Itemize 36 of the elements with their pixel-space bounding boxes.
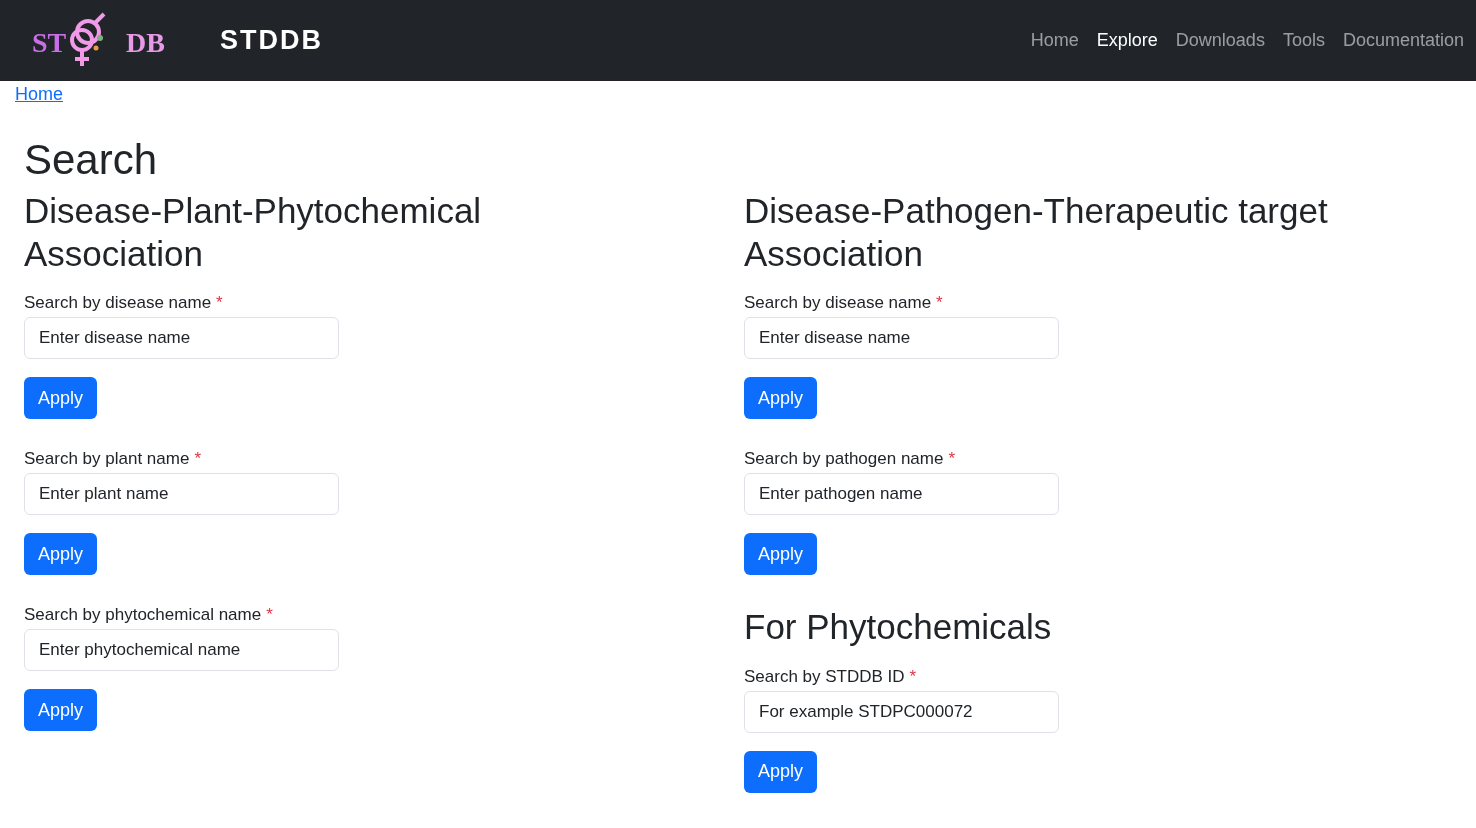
search-field[interactable]: For example STDPC000072 — [744, 690, 1059, 733]
page-title: Search — [24, 135, 159, 185]
required-mark: * — [194, 449, 201, 470]
logo-drawing: ST DB — [30, 9, 176, 72]
required-mark: * — [266, 605, 273, 626]
nav-link[interactable]: Downloads — [1175, 30, 1265, 51]
search-field[interactable]: Enter disease name — [24, 317, 339, 360]
nav-link[interactable]: Home — [1030, 30, 1079, 51]
search-field[interactable]: Enter pathogen name — [744, 473, 1059, 516]
nav-link[interactable]: Documentation — [1342, 30, 1464, 51]
required-mark: * — [216, 293, 223, 314]
field-label: Search by STDDB ID — [744, 666, 905, 687]
nav-link[interactable]: Explore — [1096, 30, 1158, 51]
apply-button[interactable]: Apply — [24, 689, 98, 732]
required-mark: * — [936, 293, 943, 314]
section-heading: For Phytochemicals — [744, 606, 1053, 649]
brand-name[interactable]: STDDB — [220, 25, 323, 56]
section-heading: Disease-Pathogen-Therapeutic target Association — [744, 190, 1329, 276]
apply-button[interactable]: Apply — [24, 533, 98, 576]
apply-button[interactable]: Apply — [24, 377, 98, 420]
search-field[interactable]: Enter disease name — [744, 317, 1059, 360]
required-mark: * — [909, 666, 917, 687]
field-label: Search by plant name — [24, 449, 190, 470]
search-field[interactable]: Enter plant name — [24, 473, 339, 516]
apply-button[interactable]: Apply — [744, 750, 818, 793]
section-heading: Disease-Plant-Phytochemical Association — [24, 190, 483, 276]
required-mark: * — [948, 449, 956, 470]
search-field[interactable]: Enter phytochemical name — [24, 629, 339, 672]
field-label: Search by disease name — [24, 293, 212, 314]
apply-button[interactable]: Apply — [744, 533, 818, 576]
apply-button[interactable]: Apply — [744, 377, 818, 420]
breadcrumb-link[interactable]: Home — [15, 84, 63, 105]
field-label: Search by disease name — [744, 293, 932, 314]
field-label: Search by phytochemical name — [24, 605, 262, 626]
field-label: Search by pathogen name — [744, 449, 944, 470]
nav-link[interactable]: Tools — [1282, 30, 1325, 51]
